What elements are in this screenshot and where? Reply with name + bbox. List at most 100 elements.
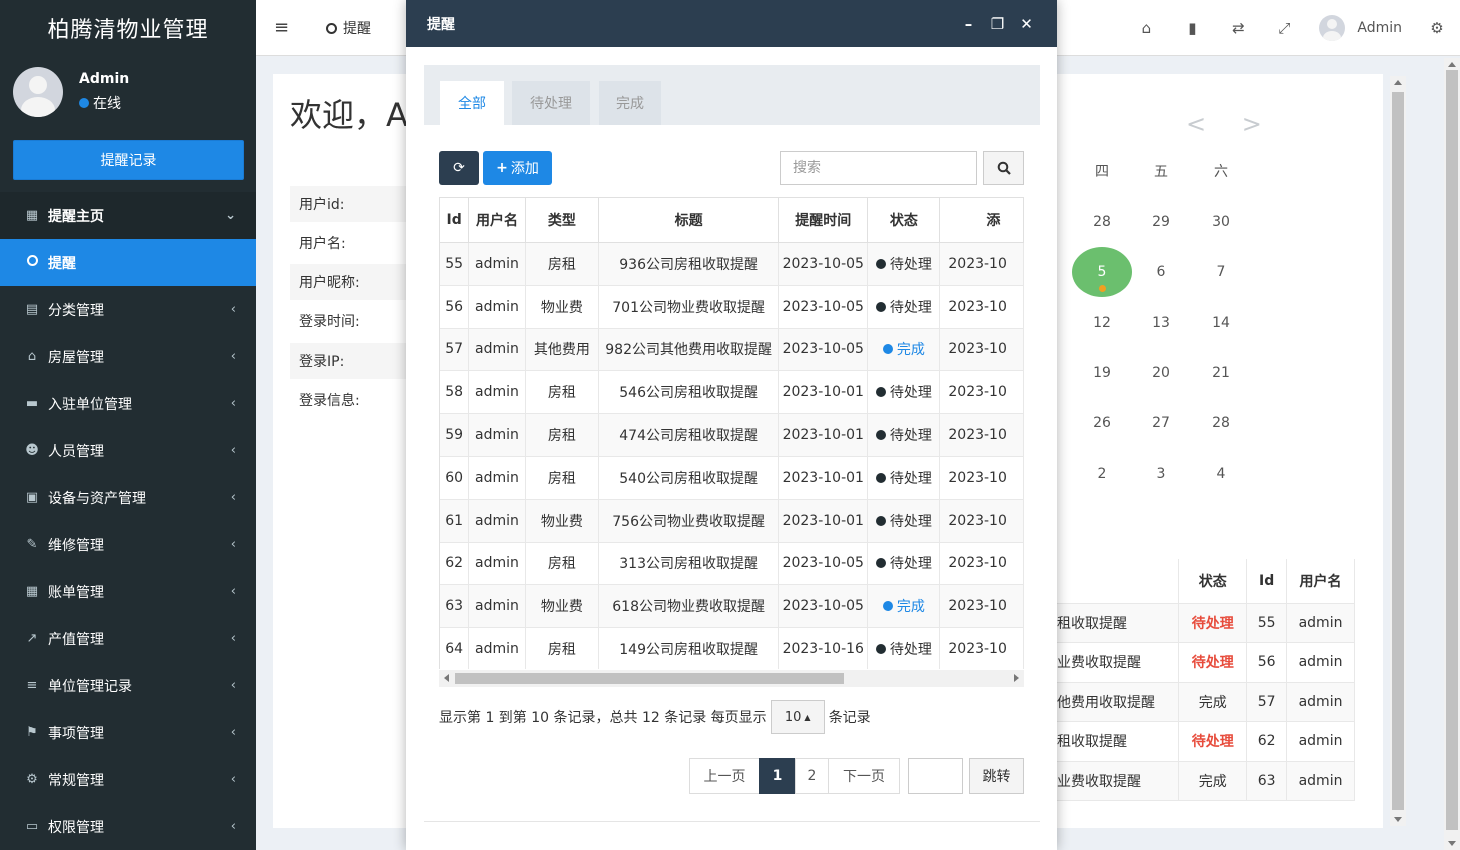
- jump-page-input[interactable]: [908, 758, 963, 794]
- sidebar-item-label: 产值管理: [48, 631, 104, 648]
- tab-done[interactable]: 完成: [599, 81, 661, 125]
- table-row[interactable]: 55 admin 房租 936公司房租收取提醒 2023-10-05 待处理 2023-10: [440, 242, 1024, 286]
- table-cell: admin: [468, 242, 526, 286]
- table-header[interactable]: 类型: [525, 197, 600, 243]
- content-scrollbar[interactable]: [1390, 76, 1406, 826]
- home-icon[interactable]: ⌂: [1123, 19, 1169, 37]
- page-size-select[interactable]: 10 ▲: [770, 700, 825, 734]
- table-row[interactable]: 59 admin 房租 474公司房租收取提醒 2023-10-01 待处理 2023-10: [440, 413, 1024, 457]
- table-row[interactable]: 61 admin 物业费 756公司物业费收取提醒 2023-10-01 待处理 2023-…: [440, 499, 1024, 543]
- calendar-day[interactable]: 3: [1131, 449, 1191, 499]
- sidebar-item-0[interactable]: ▦ 提醒主页 ⌄: [0, 192, 256, 239]
- sidebar-item-3[interactable]: ⌂ 房屋管理 ‹: [0, 333, 256, 380]
- trash-icon[interactable]: ▮: [1169, 19, 1215, 37]
- sidebar-item-4[interactable]: ▬ 入驻单位管理 ‹: [0, 380, 256, 427]
- calendar-day[interactable]: 28: [1191, 398, 1251, 448]
- settings-icon[interactable]: ⚙: [1422, 19, 1452, 37]
- calendar-day[interactable]: 28: [1072, 197, 1132, 247]
- table-header[interactable]: 提醒时间: [778, 197, 869, 243]
- sidebar-item-9[interactable]: ↗ 产值管理 ‹: [0, 615, 256, 662]
- calendar-day[interactable]: 19: [1072, 348, 1132, 398]
- sidebar-item-13[interactable]: ▭ 权限管理 ‹: [0, 803, 256, 850]
- sidebar-item-12[interactable]: ⚙ 常规管理 ‹: [0, 756, 256, 803]
- table-header[interactable]: Id: [440, 197, 470, 243]
- calendar-day[interactable]: 30: [1191, 197, 1251, 247]
- calendar-day[interactable]: 26: [1072, 398, 1132, 448]
- sidebar-item-5[interactable]: ☻ 人员管理 ‹: [0, 427, 256, 474]
- remind-record-button[interactable]: 提醒记录: [13, 140, 244, 180]
- calendar-day[interactable]: 14: [1191, 298, 1251, 348]
- search-button[interactable]: [983, 151, 1024, 185]
- page-button[interactable]: 1: [759, 758, 796, 794]
- table-cell: admin: [1286, 603, 1355, 643]
- table-cell: 2023-10-05: [778, 242, 869, 286]
- calendar-day[interactable]: 21: [1191, 348, 1251, 398]
- menu-toggle-icon[interactable]: ≡: [274, 17, 289, 38]
- jump-button[interactable]: 跳转: [969, 758, 1024, 794]
- calendar-day[interactable]: 29: [1131, 197, 1191, 247]
- page-scrollbar[interactable]: [1444, 58, 1460, 850]
- modal-header[interactable]: 提醒 – ❐ ✕: [406, 0, 1057, 47]
- tab-pending[interactable]: 待处理: [512, 81, 590, 125]
- calendar-day[interactable]: 13: [1131, 298, 1191, 348]
- table-row[interactable]: 63 admin 物业费 618公司物业费收取提醒 2023-10-05 完成 2023-1…: [440, 584, 1024, 629]
- table-header[interactable]: 用户名: [468, 197, 526, 243]
- sidebar-item-7[interactable]: ✎ 维修管理 ‹: [0, 521, 256, 568]
- users-icon: ☻: [25, 443, 39, 458]
- table-row[interactable]: 62 admin 房租 313公司房租收取提醒 2023-10-05 待处理 2023-10: [440, 542, 1024, 586]
- table-row[interactable]: 58 admin 房租 546公司房租收取提醒 2023-10-01 待处理 2023-10: [440, 370, 1024, 415]
- table-cell: 他费用收取提醒: [1057, 682, 1180, 722]
- tab-all[interactable]: 全部: [440, 81, 504, 125]
- table-row[interactable]: 租收取提醒 待处理 55 admin: [1057, 603, 1355, 643]
- search-input[interactable]: [780, 151, 977, 185]
- refresh-button[interactable]: ⟳: [439, 151, 479, 185]
- table-row[interactable]: 业费收取提醒 待处理 56 admin: [1057, 642, 1355, 683]
- table-hscrollbar[interactable]: [439, 670, 1024, 687]
- table-header[interactable]: 状态: [867, 197, 941, 243]
- calendar-day[interactable]: 20: [1131, 348, 1191, 398]
- sidebar-item-label: 人员管理: [48, 443, 104, 460]
- table-header[interactable]: 添: [939, 197, 1024, 243]
- calendar-day[interactable]: 4: [1191, 449, 1251, 499]
- table-row[interactable]: 57 admin 其他费用 982公司其他费用收取提醒 2023-10-05 完成 2023…: [440, 328, 1024, 372]
- status-badge: 待处理: [875, 639, 932, 659]
- prev-page-button[interactable]: 上一页: [689, 758, 760, 794]
- calendar-day[interactable]: 7: [1191, 247, 1251, 297]
- calendar-nav[interactable]: < >: [1186, 110, 1276, 138]
- admin-name[interactable]: Admin: [1357, 20, 1402, 36]
- sidebar-item-8[interactable]: ▦ 账单管理 ‹: [0, 568, 256, 615]
- table-row[interactable]: 他费用收取提醒 完成 57 admin: [1057, 682, 1355, 722]
- next-page-button[interactable]: 下一页: [828, 758, 900, 794]
- tab-remind[interactable]: 提醒: [312, 0, 385, 56]
- sidebar-item-6[interactable]: ▣ 设备与资产管理 ‹: [0, 474, 256, 521]
- add-button[interactable]: + 添加: [483, 151, 552, 185]
- table-row[interactable]: 租收取提醒 待处理 62 admin: [1057, 721, 1355, 762]
- translate-icon[interactable]: ⇄: [1215, 19, 1261, 37]
- table-cell: 2023-10: [939, 584, 1024, 629]
- fullscreen-icon[interactable]: ⤢: [1261, 19, 1307, 37]
- table-row[interactable]: 60 admin 房租 540公司房租收取提醒 2023-10-01 待处理 2023-10: [440, 456, 1024, 500]
- admin-avatar[interactable]: [1319, 15, 1346, 41]
- sidebar-item-11[interactable]: ⚑ 事项管理 ‹: [0, 709, 256, 756]
- calendar-day[interactable]: 27: [1131, 398, 1191, 448]
- table-header[interactable]: 状态: [1178, 559, 1248, 604]
- table-row[interactable]: 业费收取提醒 完成 63 admin: [1057, 761, 1355, 801]
- brand-title[interactable]: 柏腾清物业管理: [0, 0, 256, 56]
- table-header[interactable]: 标题: [598, 197, 780, 243]
- add-label: 添加: [510, 161, 539, 177]
- sidebar-item-2[interactable]: ▤ 分类管理 ‹: [0, 286, 256, 333]
- close-icon[interactable]: ✕: [1012, 15, 1041, 33]
- table-header[interactable]: Id: [1246, 559, 1288, 604]
- calendar-day[interactable]: 2: [1072, 449, 1132, 499]
- table-cell: 房租: [525, 542, 600, 586]
- table-row[interactable]: 64 admin 房租 149公司房租收取提醒 2023-10-16 待处理 2023-10: [440, 627, 1024, 669]
- table-row[interactable]: 56 admin 物业费 701公司物业费收取提醒 2023-10-05 待处理 2023-…: [440, 285, 1024, 329]
- maximize-icon[interactable]: ❐: [983, 15, 1012, 33]
- calendar-day[interactable]: 6: [1131, 247, 1191, 297]
- minimize-icon[interactable]: –: [954, 15, 983, 33]
- sidebar-item-10[interactable]: ≡ 单位管理记录 ‹: [0, 662, 256, 709]
- page-button[interactable]: 2: [795, 758, 829, 794]
- table-header[interactable]: 用户名: [1286, 559, 1355, 604]
- sidebar-item-1[interactable]: 提醒: [0, 239, 256, 286]
- calendar-day[interactable]: 12: [1072, 298, 1132, 348]
